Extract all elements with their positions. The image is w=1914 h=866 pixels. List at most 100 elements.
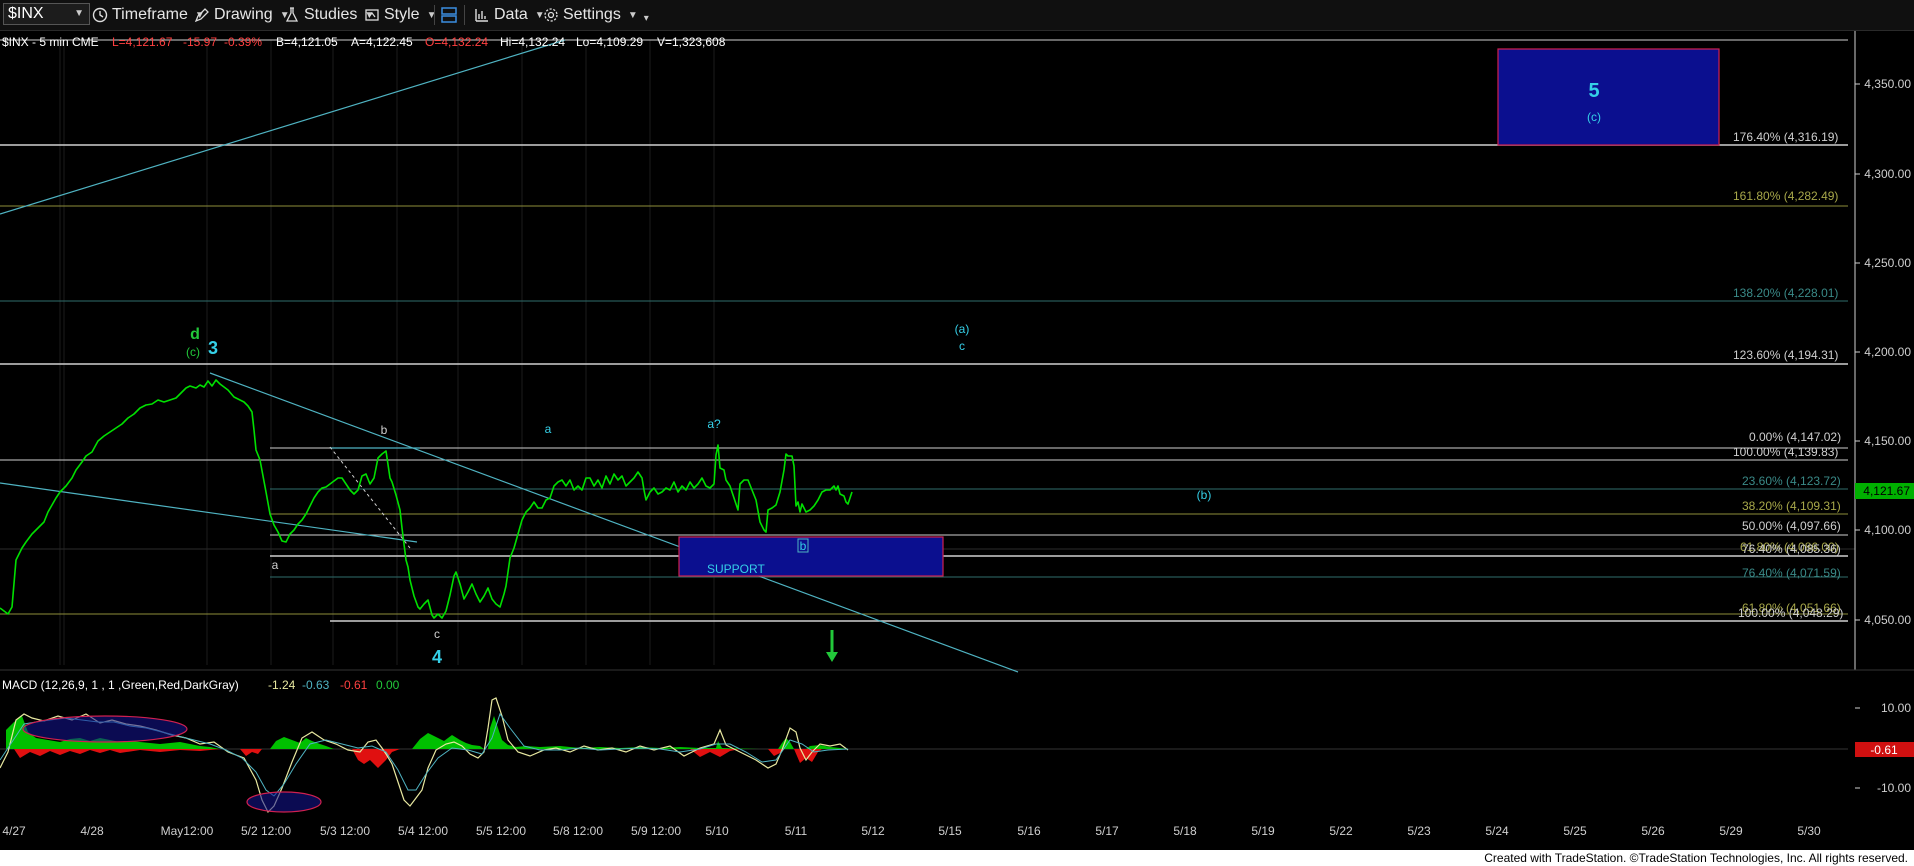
wave-label-c: c xyxy=(434,627,440,641)
price-tick: 4,350.00 xyxy=(1864,77,1911,91)
wave-label-c-paren: (c) xyxy=(1587,110,1601,124)
time-tick: 5/26 xyxy=(1641,824,1665,838)
macd-histogram-negative xyxy=(14,749,822,768)
last-price-label: 4,121.67 xyxy=(1863,484,1910,498)
time-tick: 5/24 xyxy=(1485,824,1509,838)
open-value: O=4,132.24 xyxy=(425,35,488,49)
settings-menu[interactable]: Settings ▼ ▾ xyxy=(543,4,649,26)
change-pct: -0.39% xyxy=(224,35,262,49)
macd-label: MACD (12,26,9, 1 , 1 ,Green,Red,DarkGray… xyxy=(2,678,239,692)
data-menu[interactable]: Data ▼ xyxy=(474,4,545,26)
time-tick: 5/18 xyxy=(1173,824,1197,838)
chevron-down-icon: ▾ xyxy=(643,12,649,24)
dashed-trendline xyxy=(329,446,411,549)
copyright-text: Created with TradeStation. ©TradeStation… xyxy=(1484,851,1908,865)
support-label: SUPPORT xyxy=(707,562,765,576)
ask-value: A=4,122.45 xyxy=(351,35,413,49)
low-value: Lo=4,109.29 xyxy=(576,35,643,49)
chart-area[interactable]: $INX - 5 min CME L=4,121.67 -15.97 -0.39… xyxy=(0,31,1914,850)
settings-label: Settings xyxy=(563,6,621,23)
time-tick: 5/23 xyxy=(1407,824,1431,838)
grid xyxy=(59,40,715,665)
divider xyxy=(434,5,435,25)
time-tick: 5/4 12:00 xyxy=(398,824,448,838)
fib-label: 50.00% (4,097.66) xyxy=(1742,519,1841,533)
macd-axis-tick: -10.00 xyxy=(1877,781,1911,795)
trendline xyxy=(0,482,418,543)
fib-label: 100.00% (4,139.83) xyxy=(1733,445,1838,459)
layout-button[interactable] xyxy=(440,4,462,26)
studies-label: Studies xyxy=(304,6,358,23)
style-menu[interactable]: Style ▼ xyxy=(364,4,436,26)
toolbar: $INX ▼ Timeframe ▼ Drawing ▼ Studies ▼ Styl… xyxy=(0,0,1914,31)
macd-value-4: 0.00 xyxy=(376,678,400,692)
symbol-selector[interactable]: $INX ▼ xyxy=(3,3,90,25)
wave-label-b-box: b xyxy=(800,539,807,553)
studies-menu[interactable]: Studies ▼ xyxy=(284,4,374,26)
time-tick: 5/30 xyxy=(1797,824,1821,838)
time-tick: 5/10 xyxy=(705,824,729,838)
price-tick: 4,050.00 xyxy=(1864,613,1911,627)
down-arrow-icon xyxy=(826,630,838,662)
fib-label: 161.80% (4,282.49) xyxy=(1733,189,1838,203)
chevron-down-icon: ▼ xyxy=(74,8,84,19)
wave-label-a: a xyxy=(545,422,552,436)
time-tick: 5/17 xyxy=(1095,824,1119,838)
macd-value-3: -0.61 xyxy=(340,678,368,692)
macd-value-2: -0.63 xyxy=(302,678,330,692)
gear-icon xyxy=(544,8,558,22)
fib-label: 176.40% (4,316.19) xyxy=(1733,130,1838,144)
last-value: L=4,121.67 xyxy=(112,35,173,49)
macd-ellipse xyxy=(246,791,322,813)
price-tick: 4,200.00 xyxy=(1864,345,1911,359)
macd-value-1: -1.24 xyxy=(268,678,296,692)
style-icon xyxy=(365,9,379,21)
time-tick: 5/11 xyxy=(785,824,808,838)
macd-ellipse xyxy=(22,715,188,743)
bar-chart-icon xyxy=(475,9,488,22)
fib-label: 100.00% (4,048.29) xyxy=(1738,606,1843,620)
timeframe-menu[interactable]: Timeframe ▼ xyxy=(92,4,205,26)
wave-label-a: a xyxy=(272,558,279,572)
wave-label-b: b xyxy=(381,423,388,437)
fib-label: 138.20% (4,228.01) xyxy=(1733,286,1838,300)
fib-label: 76.40% (4,071.59) xyxy=(1742,566,1841,580)
time-tick: 5/16 xyxy=(1017,824,1041,838)
time-tick: 5/29 xyxy=(1719,824,1743,838)
price-tick: 4,300.00 xyxy=(1864,167,1911,181)
clock-icon xyxy=(92,7,108,23)
fib-label: 38.20% (4,109.31) xyxy=(1742,499,1841,513)
time-tick: May12:00 xyxy=(161,824,214,838)
wave-label-c-paren: (c) xyxy=(186,345,200,359)
wave-label-4: 4 xyxy=(432,647,442,667)
trendline xyxy=(0,39,566,215)
drawing-label: Drawing xyxy=(214,6,273,23)
symbol-line: $INX - 5 min CME xyxy=(2,35,99,49)
wave-label-c: c xyxy=(959,339,965,353)
high-value: Hi=4,132.24 xyxy=(500,35,565,49)
time-tick: 5/8 12:00 xyxy=(553,824,603,838)
price-axis-ticks xyxy=(1855,83,1860,789)
time-tick: 5/5 12:00 xyxy=(476,824,526,838)
time-tick: 5/25 xyxy=(1563,824,1587,838)
time-tick: 5/9 12:00 xyxy=(631,824,681,838)
bid-value: B=4,121.05 xyxy=(276,35,338,49)
wave-label-d: d xyxy=(190,326,200,343)
trendline xyxy=(209,372,1019,673)
time-tick: 5/3 12:00 xyxy=(320,824,370,838)
layout-icon xyxy=(441,7,457,23)
price-tick: 4,100.00 xyxy=(1864,523,1911,537)
divider xyxy=(464,5,465,25)
chevron-down-icon: ▼ xyxy=(627,9,638,21)
time-tick: 5/22 xyxy=(1329,824,1353,838)
wave-label-5: 5 xyxy=(1588,80,1599,102)
fib-label: 23.60% (4,123.72) xyxy=(1742,474,1841,488)
drawing-menu[interactable]: Drawing ▼ xyxy=(194,4,290,26)
data-label: Data xyxy=(494,6,528,23)
timeframe-label: Timeframe xyxy=(112,6,188,23)
wave-label-b-paren: (b) xyxy=(1197,488,1212,502)
fib-label: 123.60% (4,194.31) xyxy=(1733,348,1838,362)
time-tick: 4/28 xyxy=(80,824,104,838)
wave-label-3: 3 xyxy=(208,338,218,358)
footer: Created with TradeStation. ©TradeStation… xyxy=(0,850,1914,866)
